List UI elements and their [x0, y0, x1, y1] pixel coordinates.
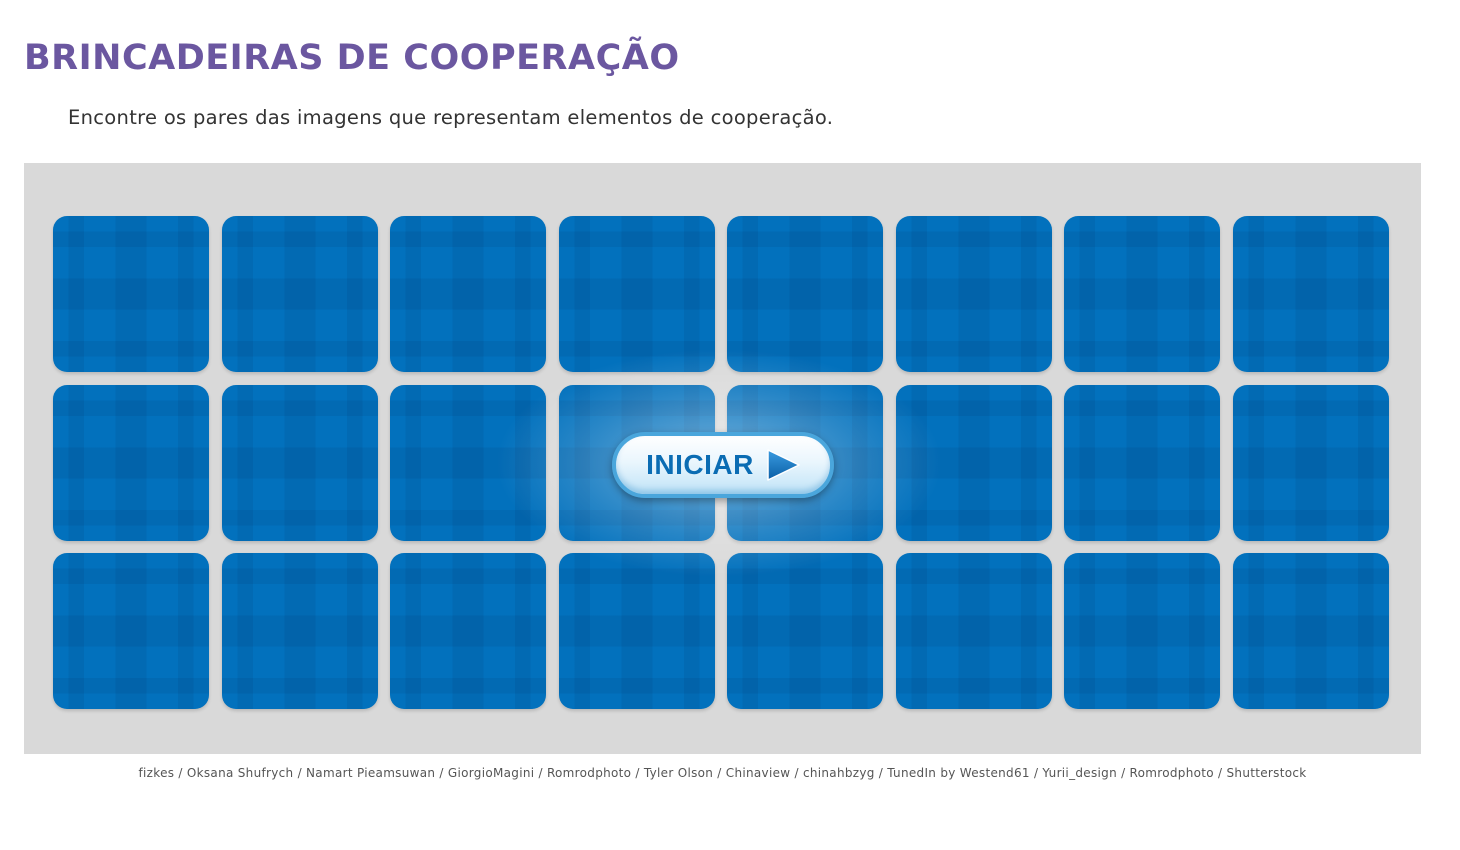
- memory-card[interactable]: [390, 553, 546, 709]
- memory-card[interactable]: [53, 385, 209, 541]
- memory-card[interactable]: [1064, 385, 1220, 541]
- memory-card[interactable]: [559, 553, 715, 709]
- memory-card[interactable]: [896, 216, 1052, 372]
- memory-card[interactable]: [222, 385, 378, 541]
- memory-card[interactable]: [1064, 553, 1220, 709]
- memory-card[interactable]: [727, 553, 883, 709]
- page-title: BRINCADEIRAS DE COOPERAÇÃO: [24, 38, 680, 78]
- memory-card[interactable]: [727, 216, 883, 372]
- memory-card[interactable]: [1233, 216, 1389, 372]
- memory-card[interactable]: [559, 216, 715, 372]
- image-credits: fizkes / Oksana Shufrych / Namart Pieams…: [138, 766, 1307, 780]
- memory-card[interactable]: [1064, 216, 1220, 372]
- memory-card[interactable]: [53, 216, 209, 372]
- memory-card[interactable]: [222, 216, 378, 372]
- memory-game-board: INICIAR: [24, 163, 1421, 754]
- memory-card[interactable]: [896, 385, 1052, 541]
- start-button[interactable]: INICIAR: [612, 432, 834, 498]
- memory-card[interactable]: [896, 553, 1052, 709]
- memory-card[interactable]: [390, 216, 546, 372]
- memory-card[interactable]: [53, 553, 209, 709]
- game-instructions: Encontre os pares das imagens que repres…: [68, 106, 834, 129]
- memory-card[interactable]: [222, 553, 378, 709]
- memory-card[interactable]: [1233, 553, 1389, 709]
- play-arrow-icon: [767, 449, 800, 481]
- start-button-label: INICIAR: [646, 449, 754, 480]
- memory-card[interactable]: [390, 385, 546, 541]
- memory-card[interactable]: [1233, 385, 1389, 541]
